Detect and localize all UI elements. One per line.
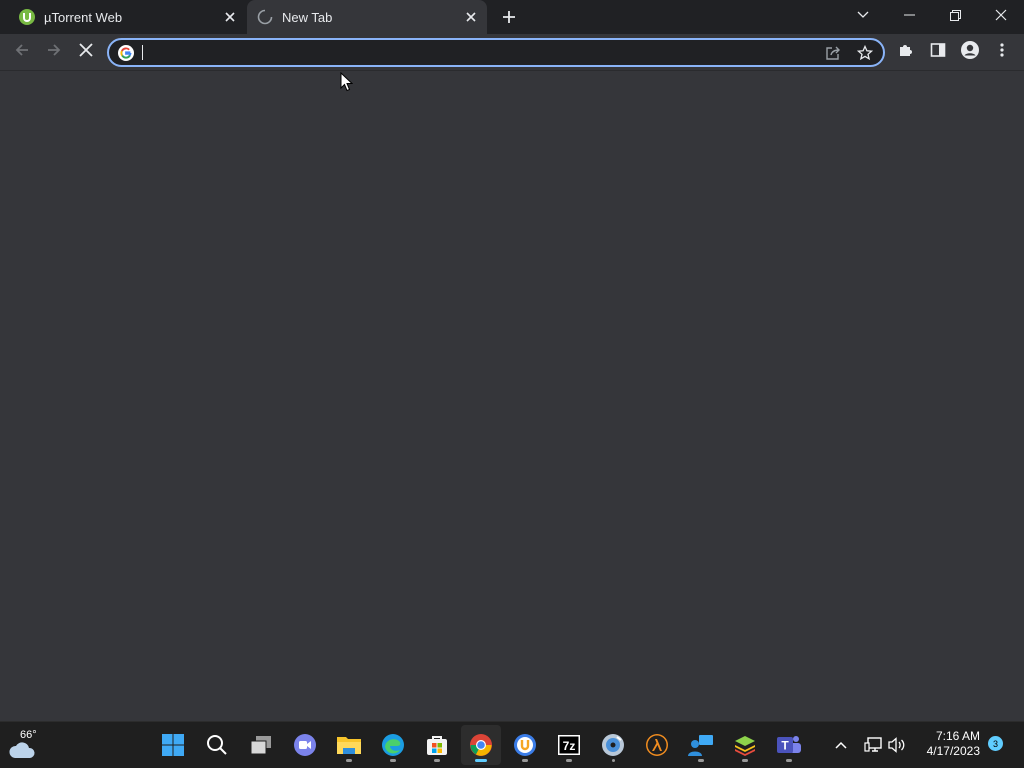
restore-button[interactable] [932, 0, 978, 30]
taskbar-bluestacks[interactable] [725, 725, 765, 765]
chevron-up-icon [835, 741, 847, 749]
chat-icon [294, 734, 316, 756]
task-view-icon [250, 736, 271, 755]
notification-badge[interactable]: 3 [988, 736, 1003, 751]
7zip-icon: 7z [558, 735, 580, 755]
side-panel-icon[interactable] [924, 36, 952, 64]
running-indicator [786, 759, 792, 762]
task-view-button[interactable] [241, 725, 281, 765]
active-indicator [475, 759, 487, 762]
windows-logo-icon [162, 734, 184, 756]
running-indicator [566, 759, 572, 762]
tab-new-tab[interactable]: New Tab [247, 0, 487, 34]
minimize-button[interactable] [886, 0, 932, 30]
close-window-button[interactable] [978, 0, 1024, 30]
running-indicator [390, 759, 396, 762]
text-caret [142, 45, 143, 60]
address-input[interactable] [140, 43, 800, 62]
svg-text:7z: 7z [563, 739, 576, 753]
running-indicator [522, 759, 528, 762]
taskbar-search-button[interactable] [197, 725, 237, 765]
folder-icon [337, 737, 361, 754]
profile-avatar-icon[interactable] [956, 36, 984, 64]
search-icon [207, 735, 227, 755]
taskbar-edge[interactable] [373, 725, 413, 765]
running-indicator [612, 759, 615, 762]
close-tab-icon[interactable] [220, 7, 240, 27]
google-icon [118, 45, 134, 61]
back-button[interactable] [8, 36, 36, 64]
volume-icon[interactable] [886, 734, 908, 756]
bookmark-star-icon[interactable] [855, 43, 875, 63]
browser-toolbar [0, 34, 1024, 71]
loading-spinner-icon [257, 9, 273, 25]
bluestacks-icon [735, 736, 755, 756]
edge-icon [382, 734, 404, 756]
clock-date: 4/17/2023 [926, 744, 980, 758]
taskbar-dvd-player[interactable] [593, 725, 633, 765]
share-icon[interactable] [823, 43, 843, 63]
weather-widget[interactable]: 66° [6, 727, 46, 765]
running-indicator [346, 759, 352, 762]
system-clock[interactable]: 7:16 AM 4/17/2023 [918, 729, 980, 759]
taskbar-half-life[interactable] [637, 725, 677, 765]
svg-text:T: T [781, 739, 789, 753]
taskbar-chat[interactable] [285, 725, 325, 765]
weather-temperature: 66° [20, 729, 37, 741]
taskbar-file-explorer[interactable] [329, 725, 369, 765]
cloudy-weather-icon [9, 742, 35, 758]
mouse-cursor-icon [340, 71, 354, 97]
remote-assist-icon [688, 735, 713, 756]
taskbar-utorrent[interactable] [505, 725, 545, 765]
address-bar[interactable] [107, 38, 885, 67]
extensions-icon[interactable] [892, 36, 920, 64]
chrome-icon [470, 734, 492, 756]
menu-icon[interactable] [988, 36, 1016, 64]
taskbar-teams[interactable]: T [769, 725, 809, 765]
lambda-icon [646, 734, 668, 756]
teams-icon: T [777, 736, 801, 753]
running-indicator [698, 759, 704, 762]
network-icon[interactable] [862, 734, 884, 756]
tab-utorrent-web[interactable]: µTorrent Web [8, 0, 246, 34]
page-content [0, 71, 1024, 721]
utorrent-icon [19, 9, 35, 25]
taskbar-remote-desktop[interactable] [681, 725, 721, 765]
disc-icon [602, 734, 624, 756]
start-button[interactable] [153, 725, 193, 765]
close-tab-icon[interactable] [461, 7, 481, 27]
taskbar-7zip[interactable]: 7z [549, 725, 589, 765]
utorrent-web-icon [514, 734, 536, 756]
clock-time: 7:16 AM [935, 729, 980, 743]
tab-search-button[interactable] [840, 0, 886, 30]
forward-button[interactable] [40, 36, 68, 64]
stop-loading-button[interactable] [72, 36, 100, 64]
taskbar-chrome[interactable] [461, 725, 501, 765]
running-indicator [742, 759, 748, 762]
tab-strip: µTorrent Web New Tab [0, 0, 1024, 34]
store-icon [427, 736, 447, 755]
tab-title: µTorrent Web [44, 9, 123, 25]
taskbar-microsoft-store[interactable] [417, 725, 457, 765]
tab-title: New Tab [282, 9, 333, 25]
show-hidden-icons-button[interactable] [830, 734, 852, 756]
new-tab-button[interactable] [497, 5, 521, 29]
taskbar: 66° 7z T 7:16 AM 4/17/2023 3 [0, 721, 1024, 768]
running-indicator [434, 759, 440, 762]
